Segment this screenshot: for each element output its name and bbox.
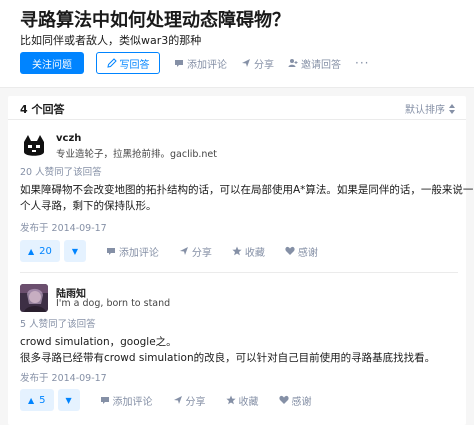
add-comment-label: 添加评论 — [187, 59, 227, 71]
answer-count: 4 个回答 — [20, 103, 65, 116]
heart-icon — [285, 246, 295, 255]
share-icon — [173, 396, 182, 404]
answer-item: 陆雨知 I'm a dog, born to stand 5 人赞同了该回答 c… — [20, 284, 458, 424]
vote-count: 5 — [39, 394, 46, 406]
share-icon — [242, 59, 250, 67]
add-comment-label: 添加评论 — [118, 247, 159, 259]
upvote-button[interactable]: ▲ 5 — [20, 389, 54, 411]
thanks-label: 感谢 — [291, 396, 312, 408]
cat-avatar-icon — [20, 132, 48, 160]
comment-icon — [106, 248, 115, 255]
author-bio: I'm a dog, born to stand — [56, 298, 171, 309]
share-button[interactable]: 分享 — [179, 244, 212, 259]
pencil-icon — [106, 58, 117, 68]
upvote-arrow-icon: ▲ — [28, 395, 35, 405]
write-answer-label: 写回答 — [119, 59, 150, 71]
question-detail: 比如同伴或者敌人，类似war3的那种 — [20, 34, 202, 47]
publish-date[interactable]: 发布于 2014-09-17 — [20, 370, 107, 384]
share-link[interactable]: 分享 — [241, 56, 274, 71]
vote-count: 20 — [39, 245, 52, 257]
share-label: 分享 — [191, 247, 212, 259]
question-actions: 关注问题 写回答 添加评论 分享 邀请回答 ··· — [20, 52, 369, 74]
author-name[interactable]: vczh — [56, 133, 81, 144]
avatar[interactable] — [20, 132, 48, 160]
author-bio: 专业造轮子，拉黑抢前排。gaclib.net — [56, 149, 217, 160]
share-label: 分享 — [254, 59, 274, 71]
favorite-label: 收藏 — [238, 396, 259, 408]
sort-dropdown[interactable]: 默认排序 — [405, 101, 456, 116]
share-icon — [179, 247, 188, 255]
write-answer-button[interactable]: 写回答 — [96, 52, 160, 74]
question-header: 寻路算法中如何处理动态障碍物？ 比如同伴或者敌人，类似war3的那种 关注问题 … — [0, 0, 474, 88]
voters-text[interactable]: 5 人赞同了该回答 — [20, 316, 96, 330]
star-icon — [225, 395, 236, 405]
downvote-button[interactable]: ▼ — [63, 240, 86, 262]
favorite-button[interactable]: 收藏 — [225, 393, 259, 408]
answer-content-line: 个人寻路，剩下的保持队形。 — [20, 200, 157, 212]
downvote-button[interactable]: ▼ — [57, 389, 80, 411]
answer-action-bar: ▲ 20 ▼ 添加评论 分享 收藏 感谢 — [20, 240, 318, 262]
thanks-button[interactable]: 感谢 — [285, 244, 318, 259]
downvote-arrow-icon: ▼ — [71, 246, 78, 256]
favorite-button[interactable]: 收藏 — [232, 244, 265, 259]
answer-content-line: crowd simulation，google之。 — [20, 336, 177, 348]
star-icon — [232, 246, 242, 256]
favorite-label: 收藏 — [244, 247, 265, 259]
upvote-button[interactable]: ▲ 20 — [20, 240, 60, 262]
comment-icon — [175, 60, 183, 67]
user-photo-icon — [20, 284, 48, 312]
upvote-arrow-icon: ▲ — [28, 246, 35, 256]
share-button[interactable]: 分享 — [173, 393, 206, 408]
downvote-arrow-icon: ▼ — [65, 395, 72, 405]
answer-action-bar: ▲ 5 ▼ 添加评论 分享 收藏 感谢 — [20, 389, 312, 411]
answer-item: vczh 专业造轮子，拉黑抢前排。gaclib.net 20 人赞同了该回答 如… — [20, 132, 473, 282]
voters-text[interactable]: 20 人赞同了该回答 — [20, 164, 102, 178]
avatar[interactable] — [20, 284, 48, 312]
publish-date[interactable]: 发布于 2014-09-17 — [20, 220, 107, 234]
question-title: 寻路算法中如何处理动态障碍物？ — [20, 10, 290, 31]
invite-user-icon — [288, 59, 298, 67]
answers-list-header: 4 个回答 默认排序 — [8, 96, 466, 120]
answer-content-line: 很多寻路已经带有crowd simulation的改良，可以针对自己目前使用的寻… — [20, 352, 436, 364]
follow-question-button[interactable]: 关注问题 — [20, 52, 84, 74]
add-comment-button[interactable]: 添加评论 — [100, 393, 153, 408]
add-comment-button[interactable]: 添加评论 — [106, 244, 159, 259]
answer-divider — [20, 272, 458, 273]
add-comment-label: 添加评论 — [112, 396, 153, 408]
invite-answer-link[interactable]: 邀请回答 — [288, 56, 341, 71]
answers-card: 4 个回答 默认排序 vczh 专业造轮子，拉黑抢前排。gaclib.net 2… — [8, 96, 473, 425]
sort-icon — [449, 103, 455, 114]
add-comment-link[interactable]: 添加评论 — [174, 56, 227, 71]
comment-icon — [100, 397, 109, 404]
more-options-button[interactable]: ··· — [355, 56, 369, 70]
invite-answer-label: 邀请回答 — [301, 59, 341, 71]
thanks-button[interactable]: 感谢 — [278, 393, 312, 408]
thanks-label: 感谢 — [297, 247, 318, 259]
answer-content-line: 如果障碍物不会改变地图的拓扑结构的话，可以在局部使用A*算法。如果是同伴的话，一… — [20, 184, 474, 196]
share-label: 分享 — [185, 396, 206, 408]
sort-label: 默认排序 — [405, 105, 445, 116]
heart-icon — [278, 395, 289, 404]
